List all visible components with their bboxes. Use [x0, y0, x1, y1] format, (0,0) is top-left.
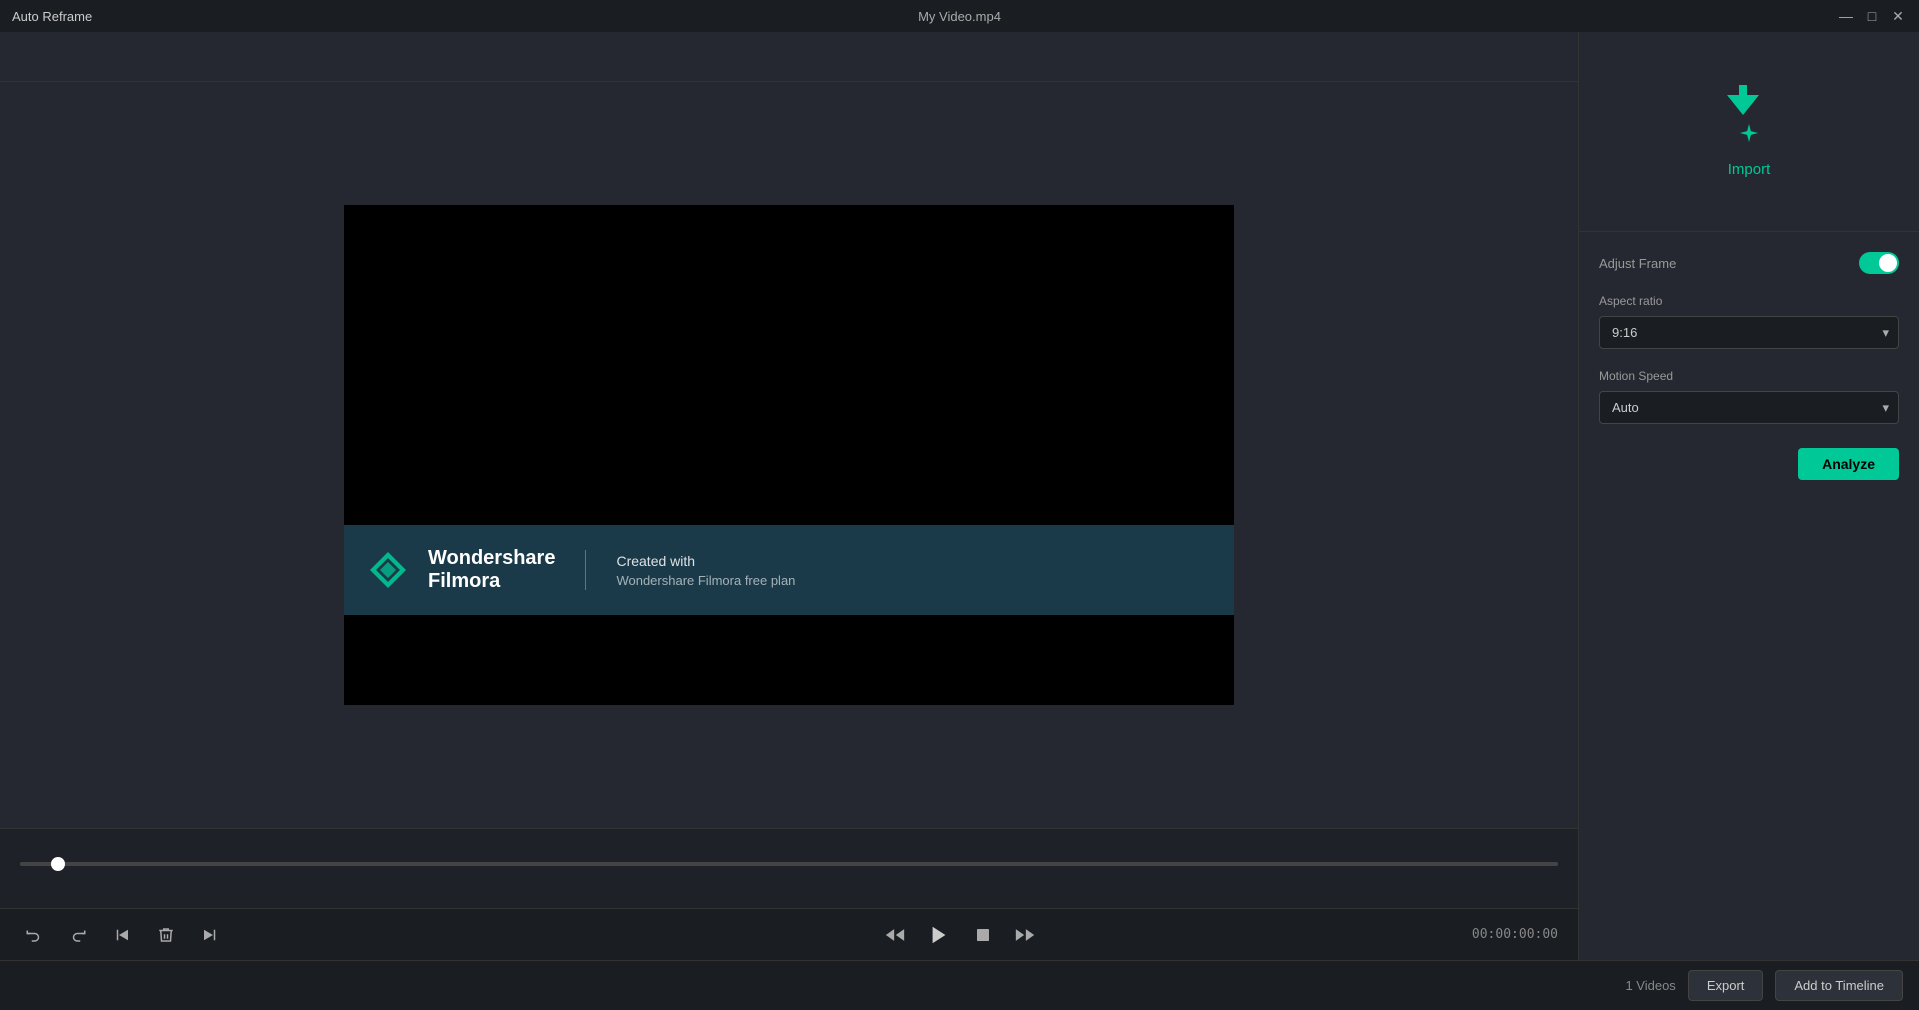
watermark-brand-line2: Filmora	[428, 570, 555, 593]
stop-button[interactable]	[969, 921, 997, 949]
scrubber-track[interactable]	[20, 862, 1558, 866]
playback-controls	[881, 919, 1039, 951]
video-black-top	[344, 205, 1234, 525]
app-title: Auto Reframe	[12, 9, 92, 24]
watermark-divider	[585, 550, 586, 590]
skip-to-start-button[interactable]	[108, 921, 136, 949]
bottom-bar: 1 Videos Export Add to Timeline	[0, 960, 1919, 1010]
import-section: Import	[1579, 32, 1919, 232]
analyze-button[interactable]: Analyze	[1798, 448, 1899, 480]
file-name: My Video.mp4	[918, 9, 1001, 24]
undo-button[interactable]	[20, 921, 48, 949]
window-controls: — □ ✕	[1837, 7, 1907, 25]
add-to-timeline-button[interactable]: Add to Timeline	[1775, 970, 1903, 1001]
filmora-logo	[368, 550, 408, 590]
motion-speed-label: Motion Speed	[1599, 369, 1899, 383]
scrubber-area	[0, 828, 1578, 908]
video-container: Wondershare Filmora Created with Wonders…	[0, 82, 1578, 828]
adjust-frame-label: Adjust Frame	[1599, 256, 1676, 271]
motion-speed-group: Motion Speed Auto Slow Normal Fast	[1599, 369, 1899, 424]
adjust-frame-row: Adjust Frame	[1599, 252, 1899, 274]
video-frame: Wondershare Filmora Created with Wonders…	[344, 205, 1234, 705]
video-panel: Wondershare Filmora Created with Wonders…	[0, 32, 1579, 960]
import-arrow-icon	[1719, 85, 1767, 115]
redo-button[interactable]	[64, 921, 92, 949]
scrubber-thumb[interactable]	[51, 857, 65, 871]
settings-section: Adjust Frame Aspect ratio 9:16 16:9 1:1 …	[1579, 232, 1919, 960]
export-button[interactable]: Export	[1688, 970, 1764, 1001]
top-toolbar	[0, 32, 1578, 82]
adjust-frame-toggle[interactable]	[1859, 252, 1899, 274]
play-button[interactable]	[923, 919, 955, 951]
videos-count: 1 Videos	[1625, 978, 1675, 993]
analyze-row: Analyze	[1599, 448, 1899, 480]
video-black-bottom	[344, 615, 1234, 705]
time-display: 00:00:00:00	[1472, 927, 1558, 942]
watermark-created-with: Created with	[616, 553, 795, 569]
delete-button[interactable]	[152, 921, 180, 949]
close-button[interactable]: ✕	[1889, 7, 1907, 25]
skip-to-end-button[interactable]	[196, 921, 224, 949]
maximize-button[interactable]: □	[1863, 7, 1881, 25]
minimize-button[interactable]: —	[1837, 7, 1855, 25]
watermark-plan: Wondershare Filmora free plan	[616, 573, 795, 588]
title-bar: Auto Reframe My Video.mp4 — □ ✕	[0, 0, 1919, 32]
video-watermark: Wondershare Filmora Created with Wonders…	[344, 525, 1234, 615]
step-forward-button[interactable]	[1011, 921, 1039, 949]
aspect-ratio-select[interactable]: 9:16 16:9 1:1 4:3 21:9	[1599, 316, 1899, 349]
import-button[interactable]: Import	[1728, 161, 1771, 178]
import-icon-area	[1719, 85, 1779, 145]
aspect-ratio-group: Aspect ratio 9:16 16:9 1:1 4:3 21:9	[1599, 294, 1899, 349]
aspect-ratio-label: Aspect ratio	[1599, 294, 1899, 308]
aspect-ratio-select-wrapper: 9:16 16:9 1:1 4:3 21:9	[1599, 316, 1899, 349]
right-panel: Import Adjust Frame Aspect ratio 9:16 16…	[1579, 32, 1919, 960]
import-sparkle-icon	[1738, 122, 1760, 144]
controls-bar: 00:00:00:00	[0, 908, 1578, 960]
toggle-knob	[1879, 254, 1897, 272]
step-back-button[interactable]	[881, 921, 909, 949]
main-area: Wondershare Filmora Created with Wonders…	[0, 32, 1919, 960]
motion-speed-select-wrapper: Auto Slow Normal Fast	[1599, 391, 1899, 424]
watermark-brand-line1: Wondershare	[428, 547, 555, 570]
controls-left	[20, 921, 224, 949]
motion-speed-select[interactable]: Auto Slow Normal Fast	[1599, 391, 1899, 424]
